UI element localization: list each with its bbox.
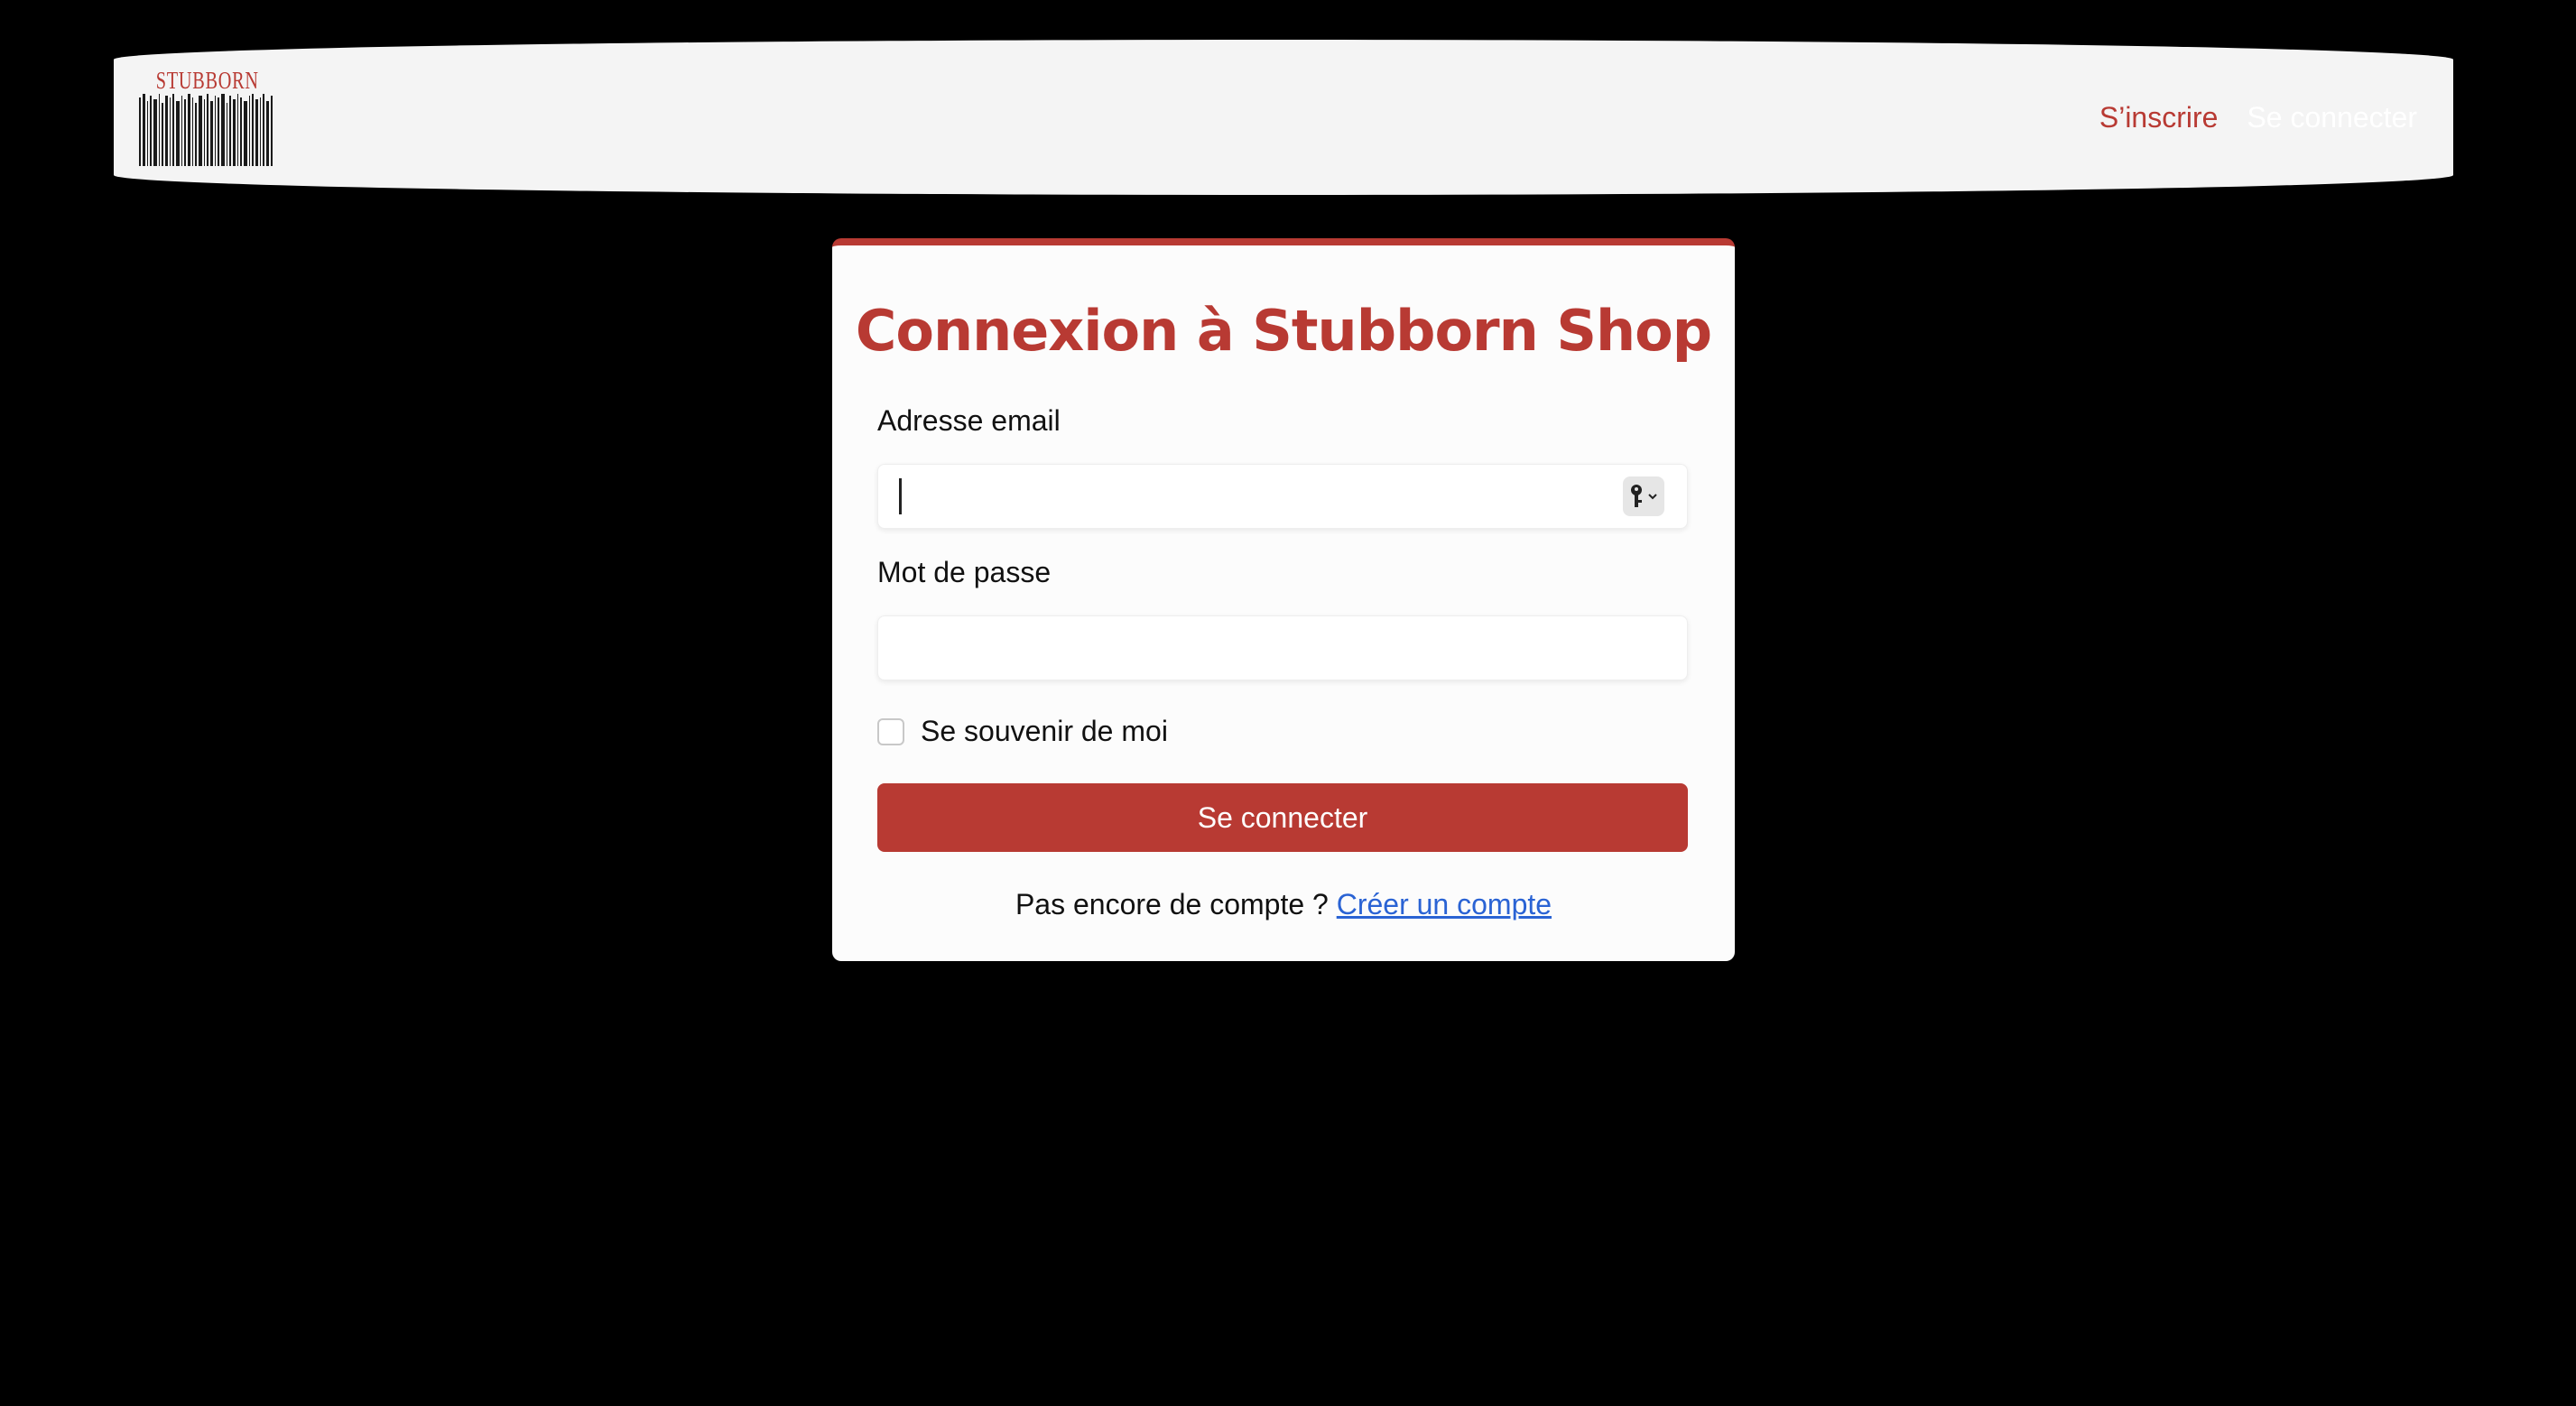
logo-text: STUBBORN	[155, 67, 259, 94]
text-caret	[899, 478, 902, 514]
nav-login-link[interactable]: Se connecter	[2247, 101, 2417, 134]
remember-me-checkbox[interactable]	[877, 718, 904, 745]
password-manager-button[interactable]	[1623, 476, 1664, 516]
brand-logo[interactable]: STUBBORN	[139, 67, 274, 168]
create-account-link[interactable]: Créer un compte	[1337, 888, 1552, 920]
nav-links: S’inscrire Se connecter	[2099, 40, 2417, 195]
barcode-logo-graphic	[139, 94, 273, 166]
signup-prompt-line: Pas encore de compte ? Créer un compte	[832, 888, 1735, 921]
email-label: Adresse email	[877, 404, 1061, 437]
nav-signup-link[interactable]: S’inscrire	[2099, 101, 2219, 134]
key-icon	[1631, 485, 1642, 507]
login-card: Connexion à Stubborn Shop Adresse email …	[832, 238, 1735, 961]
signup-prompt-text: Pas encore de compte ?	[1015, 888, 1329, 920]
login-submit-button[interactable]: Se connecter	[877, 783, 1688, 852]
remember-me-label[interactable]: Se souvenir de moi	[921, 715, 1168, 748]
page-title: Connexion à Stubborn Shop	[855, 298, 1712, 364]
password-field[interactable]	[877, 615, 1688, 680]
navbar: STUBBORN S’inscrire Se connecter	[114, 40, 2453, 195]
password-label: Mot de passe	[877, 556, 1052, 588]
chevron-down-icon	[1648, 494, 1657, 500]
email-field[interactable]	[877, 464, 1688, 529]
